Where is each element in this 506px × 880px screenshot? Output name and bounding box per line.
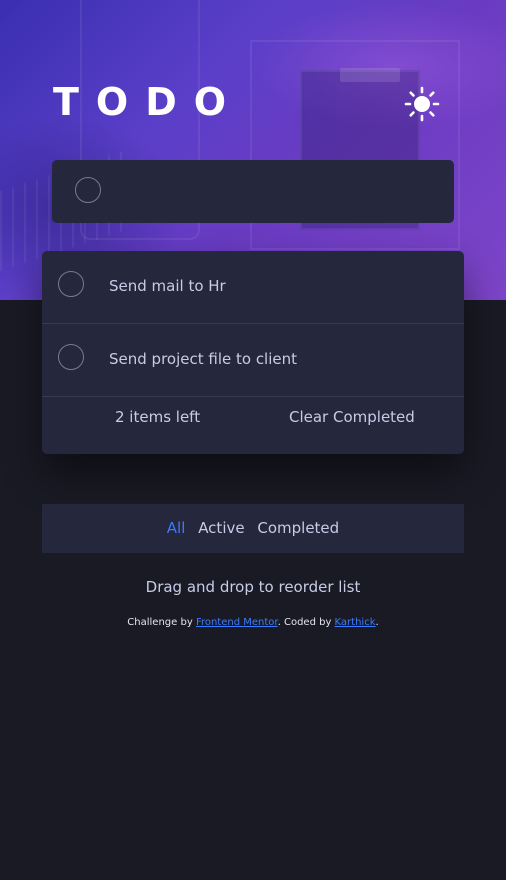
background-photo-detail: [340, 68, 400, 82]
new-todo-bar: [52, 160, 454, 223]
todo-check-circle[interactable]: [58, 344, 84, 370]
attribution-middle: . Coded by: [277, 617, 332, 628]
new-todo-check-circle[interactable]: [75, 177, 101, 203]
filter-all[interactable]: All: [167, 519, 186, 537]
filter-bar: All Active Completed: [42, 504, 464, 553]
frontend-mentor-link[interactable]: Frontend Mentor: [196, 617, 278, 628]
todo-text: Send project file to client: [109, 350, 298, 368]
theme-toggle-button[interactable]: [404, 86, 440, 122]
attribution: Challenge by Frontend Mentor. Coded by K…: [0, 617, 506, 628]
attribution-prefix: Challenge by: [127, 617, 193, 628]
todo-text: Send mail to Hr: [109, 277, 226, 295]
new-todo-input[interactable]: [122, 174, 442, 210]
list-footer: 2 items left Clear Completed: [42, 397, 464, 454]
sun-icon: [404, 86, 440, 122]
todo-check-circle[interactable]: [58, 271, 84, 297]
app-title: TODO: [53, 80, 244, 124]
attribution-suffix: .: [375, 617, 379, 628]
filter-active[interactable]: Active: [198, 519, 244, 537]
list-item[interactable]: Send project file to client: [42, 324, 464, 397]
author-link[interactable]: Karthick: [335, 617, 376, 628]
drag-hint: Drag and drop to reorder list: [145, 578, 361, 596]
items-left-count: 2 items left: [115, 408, 201, 426]
todo-list: Send mail to Hr Send project file to cli…: [42, 251, 464, 454]
list-item[interactable]: Send mail to Hr: [42, 251, 464, 324]
filter-completed[interactable]: Completed: [257, 519, 339, 537]
clear-completed-button[interactable]: Clear Completed: [289, 408, 415, 426]
